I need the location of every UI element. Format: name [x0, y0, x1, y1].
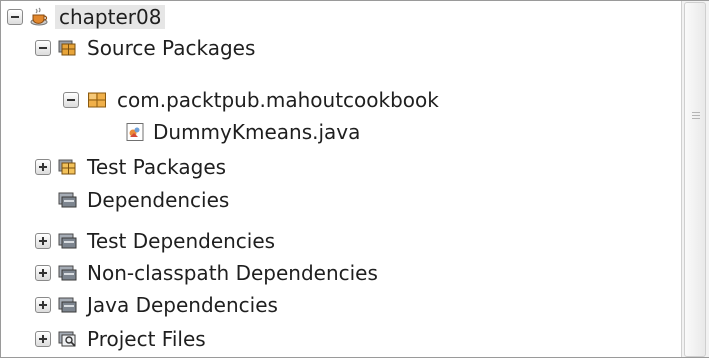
- scroll-grip-line: [692, 112, 700, 113]
- tree-node-test-dependencies[interactable]: Test Dependencies: [1, 225, 681, 259]
- tree-node-test-packages[interactable]: Test Packages: [1, 151, 681, 185]
- tree-node-label: com.packtpub.mahoutcookbook: [117, 88, 439, 112]
- tree-node-label: DummyKmeans.java: [153, 120, 361, 144]
- library-icon: [58, 297, 77, 313]
- tree-node-label: chapter08: [55, 5, 166, 29]
- tree-node-label: Test Packages: [87, 155, 227, 179]
- project-cup-icon: [30, 7, 48, 26]
- project-tree-panel: chapter08 Source Packages com.packtpub.m…: [0, 0, 709, 358]
- vertical-scrollbar[interactable]: [681, 1, 709, 357]
- library-icon: [58, 265, 77, 281]
- collapse-toggle[interactable]: [35, 40, 51, 56]
- tree-node-label: Source Packages: [87, 36, 256, 60]
- tree-node-project-files[interactable]: Project Files: [1, 323, 681, 357]
- library-icon: [58, 192, 77, 208]
- tree-node-source-packages[interactable]: Source Packages: [1, 32, 681, 66]
- tree-node-java-dependencies[interactable]: Java Dependencies: [1, 289, 681, 323]
- library-icon: [58, 233, 77, 249]
- tree-node-dependencies[interactable]: Dependencies: [1, 184, 681, 218]
- test-packages-icon: [58, 159, 76, 175]
- package-icon: [88, 92, 106, 108]
- collapse-toggle[interactable]: [7, 9, 23, 25]
- project-files-icon: [58, 331, 76, 347]
- collapse-toggle[interactable]: [63, 92, 79, 108]
- tree-node-dummykmeans-java[interactable]: DummyKmeans.java: [1, 116, 681, 150]
- tree-node-package[interactable]: com.packtpub.mahoutcookbook: [1, 84, 681, 118]
- project-tree: chapter08 Source Packages com.packtpub.m…: [1, 1, 681, 357]
- tree-node-chapter08[interactable]: chapter08: [1, 1, 681, 35]
- tree-node-nonclasspath-dependencies[interactable]: Non-classpath Dependencies: [1, 257, 681, 291]
- expand-toggle[interactable]: [35, 233, 51, 249]
- scroll-grip-line: [692, 115, 700, 116]
- expand-toggle[interactable]: [35, 297, 51, 313]
- expand-toggle[interactable]: [35, 159, 51, 175]
- tree-node-label: Project Files: [87, 327, 206, 351]
- source-packages-icon: [58, 40, 76, 56]
- scroll-grip-line: [692, 118, 700, 119]
- tree-node-label: Test Dependencies: [87, 229, 276, 253]
- expand-toggle[interactable]: [35, 265, 51, 281]
- tree-node-label: Java Dependencies: [87, 293, 278, 317]
- tree-node-label: Dependencies: [87, 188, 230, 212]
- expand-toggle[interactable]: [35, 331, 51, 347]
- java-file-icon: [126, 123, 144, 141]
- tree-node-label: Non-classpath Dependencies: [87, 261, 378, 285]
- scrollbar-thumb[interactable]: [684, 2, 706, 357]
